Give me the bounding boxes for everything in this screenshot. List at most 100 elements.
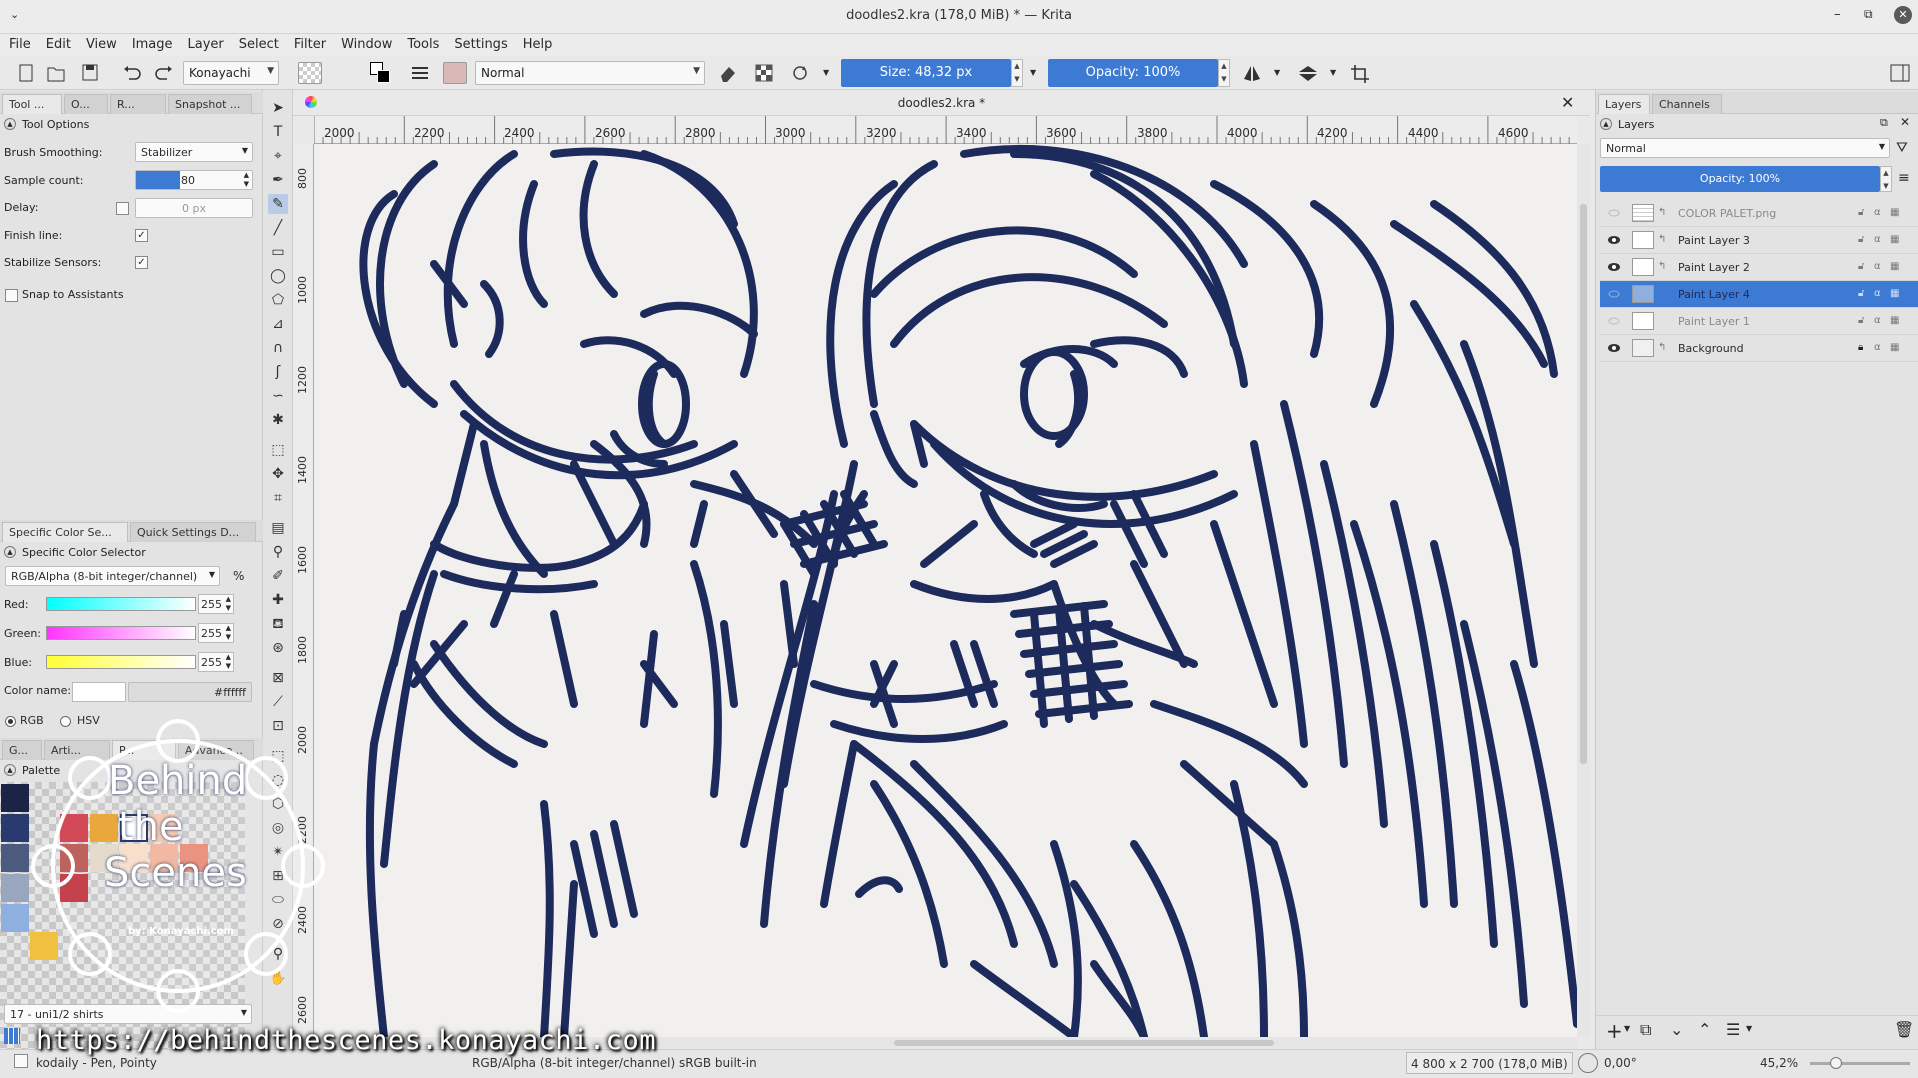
color-model-select[interactable]: RGB/Alpha (8-bit integer/channel) ▼ <box>5 566 220 586</box>
tab-snapshot[interactable]: Snapshot ... <box>168 94 252 114</box>
mirror-v-dropdown-chevron-icon[interactable]: ▼ <box>1330 68 1336 77</box>
color-picker-tool-icon[interactable]: ⚲ <box>268 542 288 562</box>
vertical-scrollbar[interactable] <box>1577 144 1590 1037</box>
fg-bg-colors-icon[interactable] <box>370 62 394 84</box>
tab-reference[interactable]: R... <box>110 94 166 114</box>
layer-row-paint-layer-3[interactable]: ↰ Paint Layer 3 🔓︎ α ▦ <box>1600 227 1918 254</box>
colorize-mask-tool-icon[interactable]: ✐ <box>268 566 288 586</box>
fill-tool-icon[interactable]: ⛾ <box>268 614 288 634</box>
menu-layer[interactable]: Layer <box>179 34 230 52</box>
wrap-around-icon[interactable] <box>1348 62 1372 84</box>
restore-icon[interactable]: ⧉ <box>1864 7 1873 22</box>
layer-inherit-alpha-icon[interactable]: ▦ <box>1890 342 1899 353</box>
red-input[interactable]: 255 ▲ ▼ <box>198 594 234 614</box>
mirror-vertical-icon[interactable] <box>1296 62 1320 84</box>
menu-select[interactable]: Select <box>230 34 285 52</box>
rgb-radio[interactable] <box>5 716 16 727</box>
menu-file[interactable]: File <box>0 34 37 52</box>
mirror-horizontal-icon[interactable] <box>1240 62 1264 84</box>
undo-icon[interactable] <box>120 62 144 84</box>
percent-toggle[interactable]: % <box>233 569 244 583</box>
sample-count-slider[interactable]: 80 ▲ ▼ <box>135 170 253 190</box>
zoom-slider-handle[interactable] <box>1830 1057 1842 1069</box>
edit-shapes-tool-icon[interactable]: ⌖ <box>268 146 288 166</box>
layer-alpha-icon[interactable]: α <box>1874 261 1881 272</box>
transform-tool-icon[interactable]: ⬚ <box>268 440 288 460</box>
move-layer-down-icon[interactable]: ⌄ <box>1670 1020 1683 1039</box>
add-layer-dropdown-chevron-icon[interactable]: ▼ <box>1624 1024 1630 1033</box>
smart-patch-tool-icon[interactable]: ✚ <box>268 590 288 610</box>
layer-properties-icon[interactable]: ☰ <box>1726 1020 1740 1039</box>
eraser-icon[interactable] <box>716 62 740 84</box>
zoom-slider[interactable] <box>1810 1057 1910 1069</box>
layer-alpha-icon[interactable]: α <box>1874 342 1881 353</box>
close-document-icon[interactable]: ✕ <box>1561 93 1574 112</box>
add-layer-icon[interactable]: + <box>1606 1019 1623 1043</box>
layer-opacity-spinner-icon[interactable]: ▲ ▼ <box>1880 166 1892 192</box>
move-tool-icon[interactable]: ✥ <box>268 464 288 484</box>
green-slider[interactable] <box>46 626 196 640</box>
status-zoom[interactable]: 45,2% <box>1760 1056 1798 1070</box>
rotate-canvas-icon[interactable] <box>1578 1053 1598 1073</box>
close-window-icon[interactable]: ✕ <box>1894 6 1912 24</box>
layer-options-menu-icon[interactable]: ≡ <box>1898 170 1910 186</box>
minimize-icon[interactable]: – <box>1834 7 1841 22</box>
mirror-h-dropdown-chevron-icon[interactable]: ▼ <box>1274 68 1280 77</box>
layer-visibility-icon[interactable] <box>1607 342 1621 354</box>
text-tool-icon[interactable]: T <box>268 122 288 142</box>
line-tool-icon[interactable]: ╱ <box>268 218 288 238</box>
toggle-docker-icon[interactable] <box>1888 62 1912 84</box>
snap-assistants-checkbox[interactable] <box>5 289 18 302</box>
vertical-scroll-thumb[interactable] <box>1580 204 1587 764</box>
layer-inherit-alpha-icon[interactable]: ▦ <box>1890 234 1899 245</box>
menu-edit[interactable]: Edit <box>37 34 77 52</box>
assistant-tool-icon[interactable]: ⊠ <box>268 668 288 688</box>
menu-settings[interactable]: Settings <box>445 34 513 52</box>
tab-quick-settings[interactable]: Quick Settings D... <box>130 522 256 542</box>
freehand-brush-tool-icon[interactable]: ✎ <box>268 194 288 214</box>
layer-alpha-icon[interactable]: α <box>1874 288 1881 299</box>
layer-alpha-icon[interactable]: α <box>1874 315 1881 326</box>
opacity-slider[interactable]: Opacity: 100% <box>1048 59 1218 87</box>
layer-lock-icon[interactable]: 🔓︎ <box>1858 288 1864 299</box>
layer-alpha-icon[interactable]: α <box>1874 207 1881 218</box>
blue-input[interactable]: 255 ▲ ▼ <box>198 652 234 672</box>
multibrush-tool-icon[interactable]: ✱ <box>268 410 288 430</box>
select-shapes-tool-icon[interactable]: ➤ <box>268 98 288 118</box>
stabilize-sensors-checkbox[interactable]: ✓ <box>135 256 148 269</box>
layer-blend-select[interactable]: Normal ▼ <box>1600 138 1890 158</box>
layer-filter-icon[interactable]: ⛛ <box>1896 140 1908 156</box>
green-input[interactable]: 255 ▲ ▼ <box>198 623 234 643</box>
palette-grid-icon[interactable] <box>4 1028 20 1044</box>
enclose-fill-tool-icon[interactable]: ⊛ <box>268 638 288 658</box>
layer-lock-icon[interactable]: 🔓︎ <box>1858 207 1864 218</box>
tab-channels[interactable]: Channels <box>1652 94 1722 114</box>
layer-lock-icon[interactable]: 🔓︎ <box>1858 261 1864 272</box>
tab-specific-color[interactable]: Specific Color Se... <box>2 522 128 542</box>
gradient-tool-icon[interactable]: ▤ <box>268 518 288 538</box>
brush-presets-icon[interactable] <box>408 62 432 84</box>
measure-tool-icon[interactable]: ⟋ <box>268 692 288 712</box>
document-tab[interactable]: doodles2.kra * <box>293 96 1590 110</box>
blue-slider[interactable] <box>46 655 196 669</box>
tab-overview[interactable]: O... <box>64 94 108 114</box>
reload-preset-icon[interactable] <box>788 62 812 84</box>
close-docker-icon[interactable]: ✕ <box>1900 115 1910 129</box>
redo-icon[interactable] <box>152 62 176 84</box>
brush-smoothing-select[interactable]: Stabilizer ▼ <box>135 142 253 162</box>
menu-help[interactable]: Help <box>514 34 559 52</box>
bezier-tool-icon[interactable]: ∩ <box>268 338 288 358</box>
layer-lock-icon[interactable]: 🔓︎ <box>1858 315 1864 326</box>
finish-line-checkbox[interactable]: ✓ <box>135 229 148 242</box>
layer-lock-icon[interactable]: 🔓︎ <box>1858 234 1864 245</box>
rectangle-tool-icon[interactable]: ▭ <box>268 242 288 262</box>
layer-inherit-alpha-icon[interactable]: ▦ <box>1890 288 1899 299</box>
freehand-path-tool-icon[interactable]: ʃ <box>268 362 288 382</box>
layer-visibility-icon[interactable] <box>1607 234 1621 246</box>
calligraphy-tool-icon[interactable]: ✒ <box>268 170 288 190</box>
menu-view[interactable]: View <box>77 34 123 52</box>
layer-row-paint-layer-2[interactable]: ↰ Paint Layer 2 🔓︎ α ▦ <box>1600 254 1918 281</box>
layer-locked-icon[interactable]: 🔒︎ <box>1858 342 1863 353</box>
delay-input[interactable]: 0 px <box>135 198 253 218</box>
polygon-tool-icon[interactable]: ⬠ <box>268 290 288 310</box>
